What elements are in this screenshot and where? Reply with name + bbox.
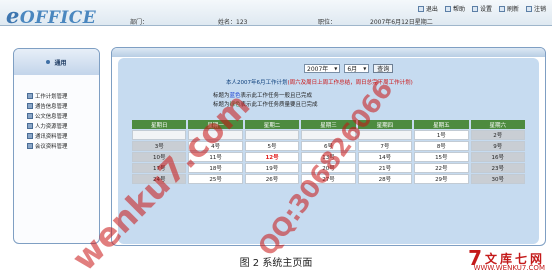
calendar-area: 2007年 ▼ 6月 ▼ 查询 本人2007年6月工作计划(周六及周日上周工作总结，… [118,58,539,244]
top-toolbar: 退出 帮助 设置 刷新 注销 [417,4,546,13]
help-icon [444,5,451,12]
calendar-day-cell[interactable]: 29号 [414,174,469,184]
calendar-day-cell[interactable]: 7号 [357,141,413,151]
calendar-day-cell[interactable]: 8号 [414,141,469,151]
menu-item-work-plan[interactable]: 工作计划管理 [27,91,99,101]
chevron-down-icon: ▼ [363,66,367,71]
month-select[interactable]: 6月 ▼ [344,64,370,73]
calendar-empty-cell [301,130,356,140]
calendar-day-cell[interactable]: 24号 [132,174,187,184]
logout-icon [525,5,532,12]
calendar-day-cell[interactable]: 23号 [470,163,525,173]
calendar-empty-cell [188,130,243,140]
app-logo: eOFFICE [6,3,97,28]
calendar-week-row: 1号 2号 [132,130,525,140]
document-icon [27,113,33,119]
calendar-day-cell[interactable]: 14号 [357,152,413,162]
calendar-empty-cell [244,130,300,140]
refresh-icon [498,5,505,12]
toolbar-exit-button[interactable]: 退出 [417,4,438,13]
calendar-day-cell[interactable]: 25号 [188,174,243,184]
header-bar: eOFFICE 部门： 姓名：123 职位： 2007年6月12日星期二 退出 … [0,0,552,28]
weekday-header: 星期日 [132,120,187,129]
toolbar-settings-button[interactable]: 设置 [471,4,492,13]
calendar-day-cell[interactable]: 1号 [414,130,469,140]
calendar-day-cell[interactable]: 19号 [244,163,300,173]
query-button[interactable]: 查询 [373,64,394,73]
calendar-week-row: 10号 11号 12号 13号 14号 15号 16号 [132,152,525,162]
weekday-header: 星期二 [244,120,300,129]
bullet-icon [46,60,51,64]
weekday-header: 星期六 [470,120,525,129]
calendar-day-cell[interactable]: 11号 [188,152,243,162]
meeting-icon [27,143,33,149]
calendar-week-row: 17号 18号 19号 20号 21号 22号 23号 [132,163,525,173]
dept-label: 部门： [130,19,149,26]
calendar-day-cell[interactable]: 16号 [470,152,525,162]
toolbar-refresh-button[interactable]: 刷新 [498,4,519,13]
watermark-url: WWW.WENKU7.COM [473,264,545,272]
toolbar-logout-button[interactable]: 注销 [525,4,546,13]
menu-item-notices[interactable]: 通告信息管理 [27,101,99,111]
weekday-header: 星期四 [357,120,413,129]
calendar-body: 1号 2号 3号 4号 5号 6号 7号 8号 9号 10号 11号 12号 13号 14号 15号 16号 1… [132,130,525,184]
calendar-day-cell[interactable]: 3号 [132,141,187,151]
date-text: 2007年6月12日星期二 [370,19,433,26]
calendar-day-cell[interactable]: 18号 [188,163,243,173]
calendar-day-cell[interactable]: 30号 [470,174,525,184]
calendar-day-cell[interactable]: 10号 [132,152,187,162]
calendar-day-cell[interactable]: 4号 [188,141,243,151]
left-panel-header: 通用 [14,49,99,75]
calendar-day-cell[interactable]: 20号 [301,163,356,173]
calendar-day-cell[interactable]: 21号 [357,163,413,173]
calendar-day-cell[interactable]: 27号 [301,174,356,184]
menu-item-meetings[interactable]: 会议资料管理 [27,141,99,151]
date-controls: 2007年 ▼ 6月 ▼ 查询 [304,64,394,73]
calendar-day-cell[interactable]: 22号 [414,163,469,173]
position-label: 职位： [318,19,337,26]
left-panel-title: 通用 [54,59,67,67]
calendar-day-cell[interactable]: 15号 [414,152,469,162]
weekday-header: 星期三 [301,120,356,129]
people-icon [27,123,33,129]
menu-item-contacts[interactable]: 通讯资料管理 [27,131,99,141]
toolbar-help-button[interactable]: 帮助 [444,4,465,13]
contacts-icon [27,133,33,139]
weekday-header: 星期五 [414,120,469,129]
chevron-down-icon: ▼ [334,66,338,71]
menu-item-hr[interactable]: 人力资源管理 [27,121,99,131]
gear-icon [471,5,478,12]
main-panel-header [112,48,545,57]
legend-line-green: 标题为绿色表示此工作任务质量要且已完成 [213,102,318,108]
calendar-day-cell[interactable]: 17号 [132,163,187,173]
plan-info-text: 本人2007年6月工作计划(周六及周日上周工作总结，周日总完下周工作计划) [226,80,413,86]
legend-line-blue: 标题为蓝色表示此工作任务一般且已完成 [213,93,313,99]
calendar-day-cell[interactable]: 5号 [244,141,300,151]
calendar-empty-cell [132,130,187,140]
calendar-empty-cell [357,130,413,140]
calendar-day-cell[interactable]: 2号 [470,130,525,140]
calendar-day-cell[interactable]: 6号 [301,141,356,151]
weekday-header: 星期一 [188,120,243,129]
name-label: 姓名：123 [218,19,248,26]
notice-icon [27,103,33,109]
calendar-week-row: 3号 4号 5号 6号 7号 8号 9号 [132,141,525,151]
left-menu: 工作计划管理 通告信息管理 公文信息管理 人力资源管理 通讯资料管理 会议资料管… [14,75,99,151]
year-select[interactable]: 2007年 ▼ [304,64,341,73]
calendar-day-cell[interactable]: 26号 [244,174,300,184]
menu-item-documents[interactable]: 公文信息管理 [27,111,99,121]
main-panel: 2007年 ▼ 6月 ▼ 查询 本人2007年6月工作计划(周六及周日上周工作总结，… [111,47,546,246]
calendar-header-row: 星期日 星期一 星期二 星期三 星期四 星期五 星期六 [132,120,525,129]
calendar-day-cell[interactable]: 28号 [357,174,413,184]
exit-icon [417,5,424,12]
work-plan-icon [27,93,33,99]
month-calendar: 星期日 星期一 星期二 星期三 星期四 星期五 星期六 1号 2号 3号 4号 5号 6号… [130,119,527,185]
calendar-week-row: 24号 25号 26号 27号 28号 29号 30号 [132,174,525,184]
calendar-day-cell[interactable]: 12号 [244,152,300,162]
left-nav-panel: 通用 工作计划管理 通告信息管理 公文信息管理 人力资源管理 通讯资料管理 会议… [13,48,100,244]
page: eOFFICE 部门： 姓名：123 职位： 2007年6月12日星期二 退出 … [0,0,552,277]
calendar-day-cell[interactable]: 9号 [470,141,525,151]
calendar-day-cell[interactable]: 13号 [301,152,356,162]
